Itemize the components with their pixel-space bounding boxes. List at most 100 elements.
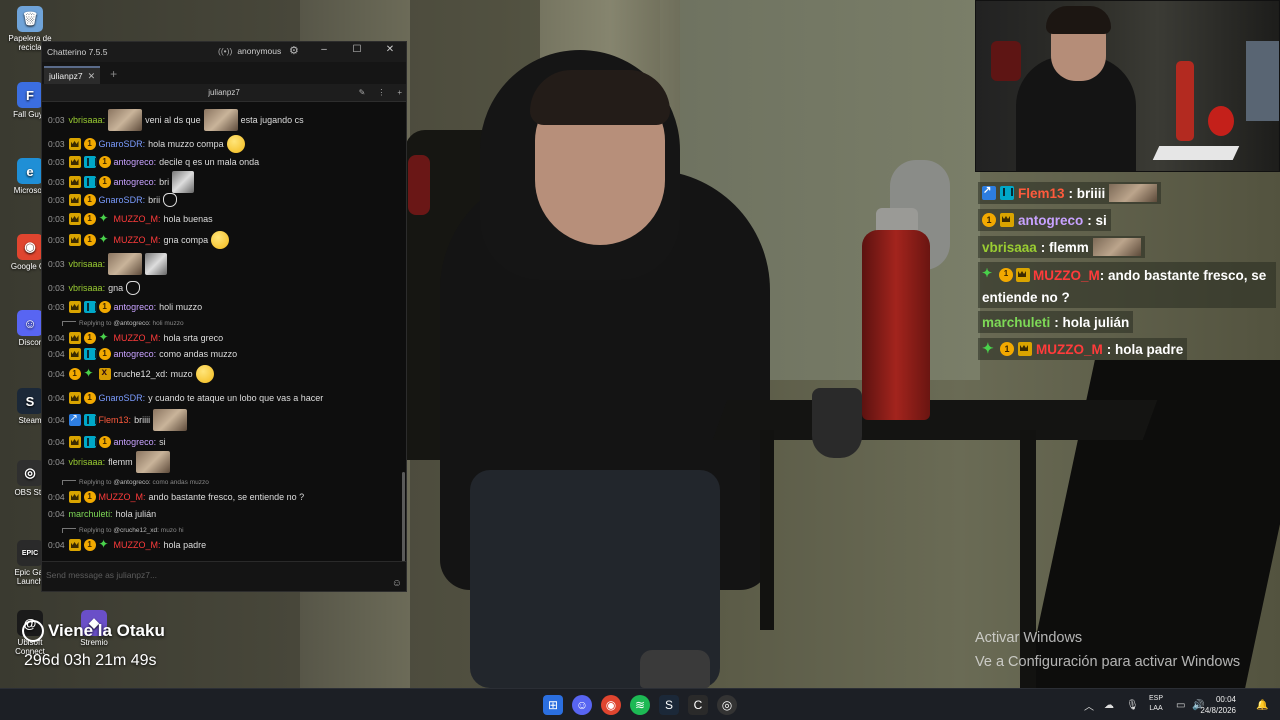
smiley-emote-icon[interactable] bbox=[211, 231, 230, 249]
minimize-button[interactable]: – bbox=[317, 44, 331, 55]
emote-image[interactable] bbox=[108, 109, 143, 131]
subscriber-badge-icon[interactable] bbox=[83, 539, 96, 551]
emote-image[interactable] bbox=[172, 171, 195, 193]
edit-icon[interactable]: ✎ bbox=[359, 84, 366, 102]
message-username[interactable]: MUZZO_M: bbox=[114, 214, 161, 224]
emote-image[interactable] bbox=[203, 109, 238, 131]
message-username[interactable]: Flem13: bbox=[99, 415, 132, 425]
chat-message[interactable]: 0:04 MUZZO_M:hola padre bbox=[48, 537, 396, 553]
subscriber-badge-icon[interactable] bbox=[98, 436, 111, 448]
chat-message[interactable]: 0:04 vbrisaaa: flemm bbox=[48, 451, 396, 473]
spotify-icon[interactable]: ≋ bbox=[630, 695, 650, 715]
microphone-icon[interactable]: 🎙 bbox=[1126, 689, 1139, 720]
subscriber-badge-icon[interactable] bbox=[98, 156, 111, 168]
add-split-icon[interactable]: + bbox=[397, 84, 402, 102]
notification-icon[interactable]: 🔔 bbox=[1256, 689, 1268, 720]
broadcaster-crown-icon[interactable] bbox=[68, 156, 81, 168]
smiley-emote-icon[interactable] bbox=[226, 135, 245, 153]
message-username[interactable]: marchuleti: bbox=[69, 509, 113, 519]
message-list[interactable]: Replying to @antogreco: holi muzzo Replyi… bbox=[42, 102, 400, 563]
message-username[interactable]: vbrisaaa: bbox=[69, 457, 106, 467]
message-username[interactable]: MUZZO_M: bbox=[99, 492, 146, 502]
message-username[interactable]: antogreco: bbox=[114, 349, 157, 359]
split-header[interactable]: julianpz7 ✎ ⋮ + bbox=[42, 84, 406, 102]
broadcaster-crown-icon[interactable] bbox=[68, 138, 81, 150]
broadcaster-crown-icon[interactable] bbox=[68, 194, 81, 206]
subscriber-badge-icon[interactable] bbox=[83, 138, 96, 150]
message-username[interactable]: MUZZO_M: bbox=[114, 235, 161, 245]
message-username[interactable]: GnaroSDR: bbox=[99, 393, 146, 403]
language-indicator[interactable]: ESP LAA bbox=[1149, 694, 1163, 714]
chat-message[interactable]: 0:04 marchuleti: hola julián bbox=[48, 506, 396, 522]
message-username[interactable]: GnaroSDR: bbox=[99, 195, 146, 205]
subscriber-badge-icon[interactable] bbox=[83, 194, 96, 206]
chat-message[interactable]: 0:04 MUZZO_M:hola srta greco bbox=[48, 330, 396, 346]
more-options-icon[interactable]: ⋮ bbox=[377, 84, 385, 102]
tab-julianpz7[interactable]: julianpz7 ✕ bbox=[44, 66, 101, 84]
close-button[interactable]: ✕ bbox=[383, 44, 397, 55]
message-username[interactable]: vbrisaaa: bbox=[69, 283, 106, 293]
chat-message[interactable]: 0:04 cruche12_xd:muzo bbox=[48, 365, 396, 383]
network-app-icon[interactable]: ☁ bbox=[1104, 689, 1114, 720]
clock[interactable]: 00:04 24/8/2026 bbox=[1200, 694, 1236, 716]
reply-context[interactable]: Replying to @cruche12_xd: muzo hi bbox=[62, 527, 184, 536]
broadcaster-crown-icon[interactable] bbox=[68, 392, 81, 404]
settings-gear-icon[interactable]: ⚙ bbox=[289, 44, 299, 57]
sparkle-badge-icon[interactable] bbox=[99, 233, 111, 246]
wifi-icon[interactable]: ▭ bbox=[1176, 689, 1185, 720]
account-switcher[interactable]: ((•)) anonymous bbox=[218, 46, 281, 56]
subscriber-badge-icon[interactable] bbox=[68, 368, 81, 380]
subscriber-badge-icon[interactable] bbox=[98, 176, 111, 188]
arrow-badge-icon[interactable] bbox=[68, 413, 81, 426]
tray-overflow-icon[interactable]: ︿ bbox=[1084, 689, 1094, 720]
chat-message[interactable]: 0:04 Flem13:briiii bbox=[48, 409, 396, 431]
sparkle-badge-icon[interactable] bbox=[99, 212, 111, 225]
message-username[interactable]: cruche12_xd: bbox=[114, 369, 168, 379]
chat-message[interactable]: 0:04 MUZZO_M:ando bastante fresco, se ent… bbox=[48, 489, 396, 505]
smiley-emote-icon[interactable] bbox=[195, 365, 214, 383]
chat-message[interactable]: 0:03 GnaroSDR:brii bbox=[48, 192, 396, 208]
scrollbar[interactable] bbox=[402, 472, 405, 562]
reply-context[interactable]: Replying to @antogreco: como andas muzzo bbox=[62, 479, 209, 488]
broadcaster-crown-icon[interactable] bbox=[68, 332, 81, 344]
emote-image[interactable] bbox=[135, 451, 170, 473]
message-username[interactable]: MUZZO_M: bbox=[114, 333, 161, 343]
message-username[interactable]: GnaroSDR: bbox=[99, 139, 146, 149]
emote-image[interactable] bbox=[108, 253, 143, 275]
game-badge-icon[interactable] bbox=[83, 414, 97, 426]
chat-message[interactable]: 0:03 GnaroSDR:hola muzzo compa bbox=[48, 135, 396, 153]
subscriber-badge-icon[interactable] bbox=[98, 301, 111, 313]
title-bar[interactable]: Chatterino 7.5.5 ((•)) anonymous ⚙ – ☐ ✕ bbox=[42, 42, 406, 62]
subscriber-badge-icon[interactable] bbox=[83, 491, 96, 503]
tab-close-icon[interactable]: ✕ bbox=[88, 71, 96, 82]
broadcaster-crown-icon[interactable] bbox=[68, 301, 81, 313]
emote-image[interactable] bbox=[145, 253, 168, 275]
message-username[interactable]: MUZZO_M: bbox=[114, 540, 161, 550]
broadcaster-crown-icon[interactable] bbox=[68, 491, 81, 503]
message-username[interactable]: vbrisaaa: bbox=[69, 115, 106, 125]
message-input[interactable]: Send message as julianpz7... ☺ bbox=[42, 561, 406, 591]
game-badge-icon[interactable] bbox=[83, 176, 97, 188]
message-username[interactable]: antogreco: bbox=[114, 157, 157, 167]
cat-emote-icon[interactable] bbox=[126, 281, 141, 295]
reply-context[interactable]: Replying to @antogreco: holi muzzo bbox=[62, 320, 184, 329]
subscriber-badge-icon[interactable] bbox=[83, 392, 96, 404]
game-badge-icon[interactable] bbox=[83, 301, 97, 313]
maximize-button[interactable]: ☐ bbox=[350, 44, 364, 55]
obs-icon[interactable]: ◎ bbox=[717, 695, 737, 715]
steam-icon[interactable]: S bbox=[659, 695, 679, 715]
subscriber-badge-icon[interactable] bbox=[83, 332, 96, 344]
chat-message[interactable]: 0:03 vbrisaaa: veni al ds que esta jugando … bbox=[48, 109, 396, 131]
subscriber-badge-icon[interactable] bbox=[98, 348, 111, 360]
chat-message[interactable]: 0:04 antogreco:como andas muzzo bbox=[48, 346, 396, 362]
chat-message[interactable]: 0:03 vbrisaaa: gna bbox=[48, 280, 396, 296]
chat-message[interactable]: 0:03 MUZZO_M:gna compa bbox=[48, 231, 396, 249]
subscriber-badge-icon[interactable] bbox=[83, 213, 96, 225]
chatterino-window[interactable]: Chatterino 7.5.5 ((•)) anonymous ⚙ – ☐ ✕… bbox=[41, 41, 407, 592]
subscriber-badge-icon[interactable] bbox=[83, 234, 96, 246]
add-tab-icon[interactable]: + bbox=[110, 67, 117, 81]
broadcaster-crown-icon[interactable] bbox=[68, 539, 81, 551]
emoji-icon[interactable]: ☺ bbox=[392, 578, 402, 589]
game-badge-icon[interactable] bbox=[83, 348, 97, 360]
broadcaster-crown-icon[interactable] bbox=[68, 176, 81, 188]
